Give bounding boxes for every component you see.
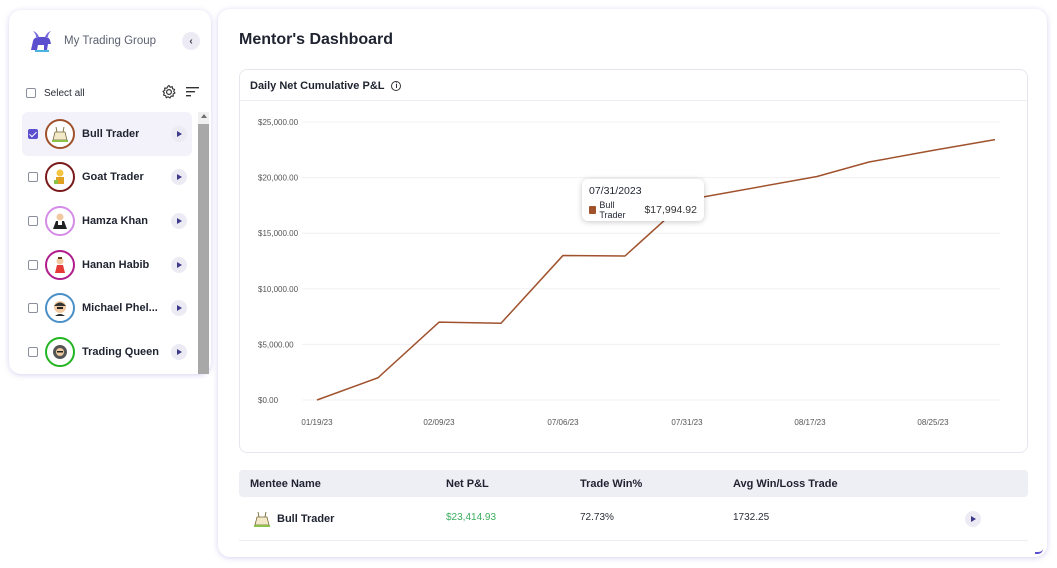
select-all-label: Select all (44, 87, 85, 99)
goat-avatar-icon (54, 169, 64, 185)
x-tick-label: 02/09/23 (423, 418, 455, 427)
y-tick-label: $25,000.00 (258, 118, 299, 127)
pnl-chart-card: Daily Net Cumulative P&L i $0.00 $5,000.0… (239, 69, 1028, 453)
member-name: Hamza Khan (82, 214, 149, 227)
avatar (45, 162, 75, 193)
member-checkbox[interactable] (28, 346, 38, 357)
trade-win-value: 72.73% (580, 512, 614, 523)
gear-icon[interactable] (161, 84, 177, 100)
bull-avatar-icon (254, 511, 270, 527)
play-button[interactable] (171, 169, 187, 186)
member-name: Goat Trader (82, 171, 144, 184)
member-item-trading-queen[interactable]: Trading Queen (22, 330, 192, 374)
group-name: My Trading Group (64, 35, 157, 47)
person-avatar-icon (54, 301, 66, 317)
y-tick-label: $20,000.00 (258, 174, 299, 183)
member-name: Michael Phel... (82, 302, 158, 315)
x-tick-label: 07/06/23 (547, 418, 579, 427)
x-tick-label: 08/25/23 (917, 418, 949, 427)
member-list-scrollbar[interactable] (198, 112, 209, 374)
avg-win-loss-value: 1732.25 (733, 512, 770, 523)
page-title: Mentor's Dashboard (239, 31, 394, 48)
scroll-thumb[interactable] (198, 124, 209, 374)
member-item-goat-trader[interactable]: Goat Trader (22, 156, 192, 200)
y-tick-label: $5,000.00 (258, 340, 294, 349)
y-tick-label: $10,000.00 (258, 285, 299, 294)
x-tick-label: 01/19/23 (301, 418, 333, 427)
tooltip-date: 07/31/2023 (589, 185, 642, 197)
mentee-name-cell: Bull Trader (251, 508, 334, 530)
person-avatar-icon (53, 213, 67, 229)
member-item-bull-trader[interactable]: Bull Trader (22, 112, 192, 156)
trading-group-sidebar: My Trading Group ‹ Select all Bull Trade… (9, 10, 211, 374)
member-checkbox[interactable] (28, 303, 38, 314)
y-tick-label: $0.00 (258, 396, 279, 405)
select-all-checkbox[interactable] (26, 88, 36, 98)
play-button[interactable] (171, 300, 187, 317)
sort-filter-icon[interactable] (186, 87, 200, 97)
member-list: Bull Trader Goat Trader Hamza Khan Hanan… (22, 112, 192, 374)
corner-resize-icon (1035, 549, 1043, 554)
mentee-name: Bull Trader (277, 513, 335, 525)
mentor-dashboard-panel: Mentor's Dashboard Daily Net Cumulative … (218, 9, 1047, 557)
column-header-net-pnl[interactable]: Net P&L (446, 478, 489, 490)
column-header-trade-win[interactable]: Trade Win% (580, 478, 642, 490)
scroll-up-arrow-icon[interactable] (201, 114, 207, 118)
mentee-table: Mentee Name Net P&L Trade Win% Avg Win/L… (239, 470, 1028, 541)
member-item-hamza-khan[interactable]: Hamza Khan (22, 199, 192, 243)
chevron-left-icon: ‹ (189, 35, 193, 47)
avatar (45, 118, 75, 149)
bull-avatar-icon (52, 126, 68, 142)
row-play-button[interactable] (965, 511, 981, 527)
play-button[interactable] (171, 343, 187, 360)
x-tick-label: 08/17/23 (794, 418, 826, 427)
sidebar-toolbar: Select all (26, 83, 200, 103)
chart-tooltip: 07/31/2023 Bull Trader $17,994.92 (582, 179, 704, 221)
tooltip-series-name: Bull Trader (599, 200, 626, 220)
member-checkbox[interactable] (28, 259, 38, 270)
member-name: Hanan Habib (82, 258, 150, 271)
play-button[interactable] (171, 125, 187, 142)
sidebar-header: My Trading Group ‹ (28, 27, 200, 55)
net-pnl-value: $23,414.93 (446, 512, 497, 523)
member-checkbox[interactable] (28, 172, 38, 183)
collapse-sidebar-button[interactable]: ‹ (182, 32, 200, 50)
y-tick-label: $15,000.00 (258, 229, 299, 238)
avatar (45, 205, 75, 236)
column-header-avg-win-loss[interactable]: Avg Win/Loss Trade (733, 478, 838, 490)
member-item-michael-phel[interactable]: Michael Phel... (22, 286, 192, 330)
member-checkbox[interactable] (28, 128, 38, 139)
avatar (45, 293, 75, 324)
avatar (45, 249, 75, 280)
x-tick-label: 07/31/23 (671, 418, 703, 427)
member-checkbox[interactable] (28, 215, 38, 226)
person-avatar-icon (55, 256, 65, 273)
play-button[interactable] (171, 212, 187, 229)
tooltip-swatch (589, 206, 597, 214)
column-header-mentee-name[interactable]: Mentee Name (250, 478, 321, 490)
table-header: Mentee Name Net P&L Trade Win% Avg Win/L… (239, 470, 1028, 497)
table-row[interactable]: Bull Trader $23,414.93 72.73% 1732.25 (239, 497, 1028, 541)
tooltip-value: $17,994.92 (644, 204, 697, 216)
member-item-hanan-habib[interactable]: Hanan Habib (22, 243, 192, 287)
pnl-line-chart: $0.00 $5,000.00 $10,000.00 $15,000.00 $20,00… (258, 118, 1000, 427)
avatar (45, 336, 75, 367)
member-name: Bull Trader (82, 127, 140, 140)
tooltip-row: Bull Trader $17,994.92 (589, 200, 697, 220)
member-name: Trading Queen (82, 345, 160, 358)
play-button[interactable] (171, 256, 187, 273)
bull-logo-icon (31, 31, 51, 52)
person-avatar-icon (53, 344, 67, 359)
